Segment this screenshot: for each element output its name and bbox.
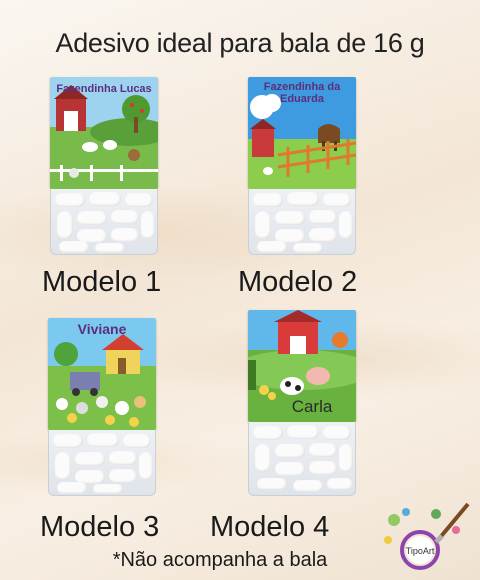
sticker-name-1: Fazendinha Lucas bbox=[56, 83, 152, 95]
candy-box-3 bbox=[48, 430, 156, 496]
svg-text:TipoArt: TipoArt bbox=[406, 546, 435, 556]
sticker-name-2: Fazendinha da Eduarda bbox=[263, 81, 341, 106]
sticker-model-4: Carla bbox=[248, 310, 356, 422]
candy-box-4 bbox=[248, 422, 356, 496]
disclaimer-note: *Não acompanha a bala bbox=[112, 549, 328, 571]
tipoart-logo: TipoArt bbox=[384, 502, 470, 570]
model-2-label: Modelo 2 bbox=[238, 266, 358, 298]
sticker-model-3: Viviane bbox=[48, 318, 156, 430]
model-1-label: Modelo 1 bbox=[42, 266, 162, 298]
model-3-label: Modelo 3 bbox=[40, 511, 160, 543]
page-title: Adesivo ideal para bala de 16 g bbox=[55, 28, 425, 58]
sticker-model-1: Fazendinha Lucas bbox=[50, 77, 158, 189]
sticker-name-3: Viviane bbox=[77, 321, 127, 337]
candy-box-2 bbox=[248, 189, 356, 255]
product-model-3: Viviane bbox=[48, 318, 156, 496]
candy-box-1 bbox=[50, 189, 158, 255]
sticker-model-2: Fazendinha da Eduarda bbox=[248, 77, 356, 189]
sticker-name-4: Carla bbox=[291, 397, 333, 416]
product-model-4: Carla bbox=[248, 310, 356, 496]
product-model-2: Fazendinha da Eduarda bbox=[248, 77, 356, 255]
model-4-label: Modelo 4 bbox=[210, 511, 330, 543]
product-model-1: Fazendinha Lucas bbox=[50, 77, 158, 255]
